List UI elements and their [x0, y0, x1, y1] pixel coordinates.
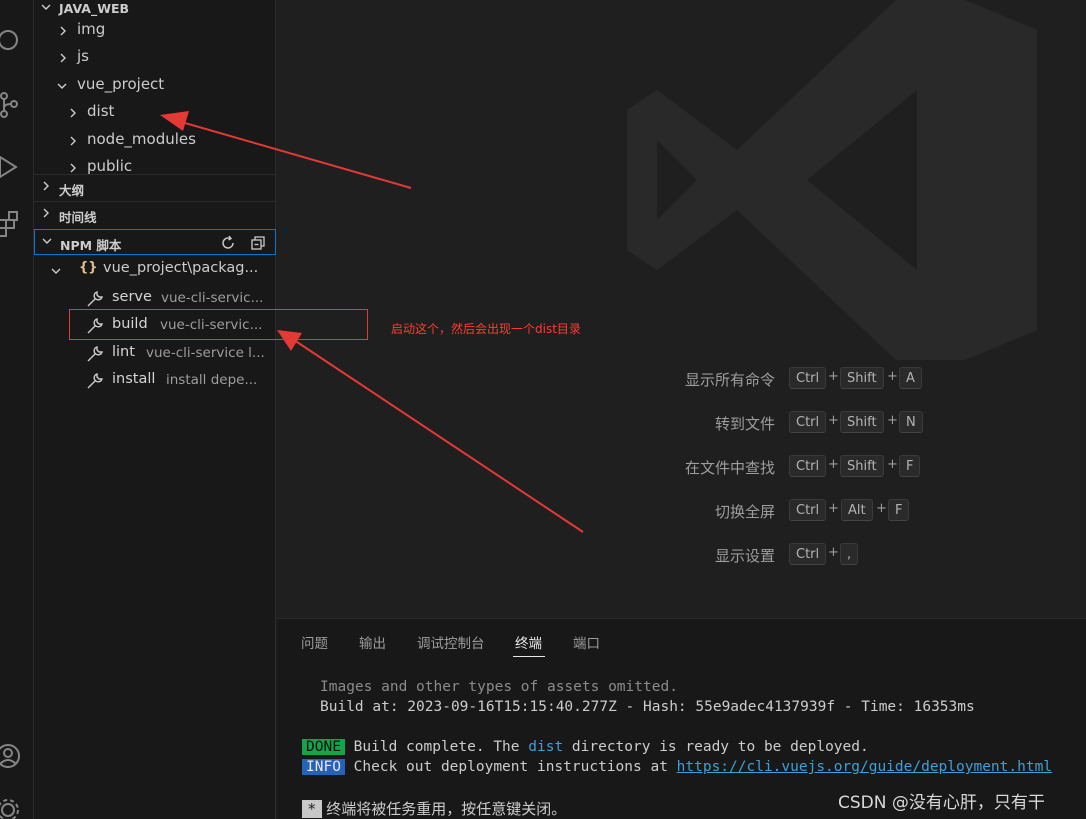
- arrow-to-build: [277, 330, 584, 533]
- csdn-watermark: CSDN @没有心肝，只有干: [838, 793, 1045, 813]
- annotation-arrows: [160, 111, 584, 533]
- arrow-to-dist: [160, 111, 412, 189]
